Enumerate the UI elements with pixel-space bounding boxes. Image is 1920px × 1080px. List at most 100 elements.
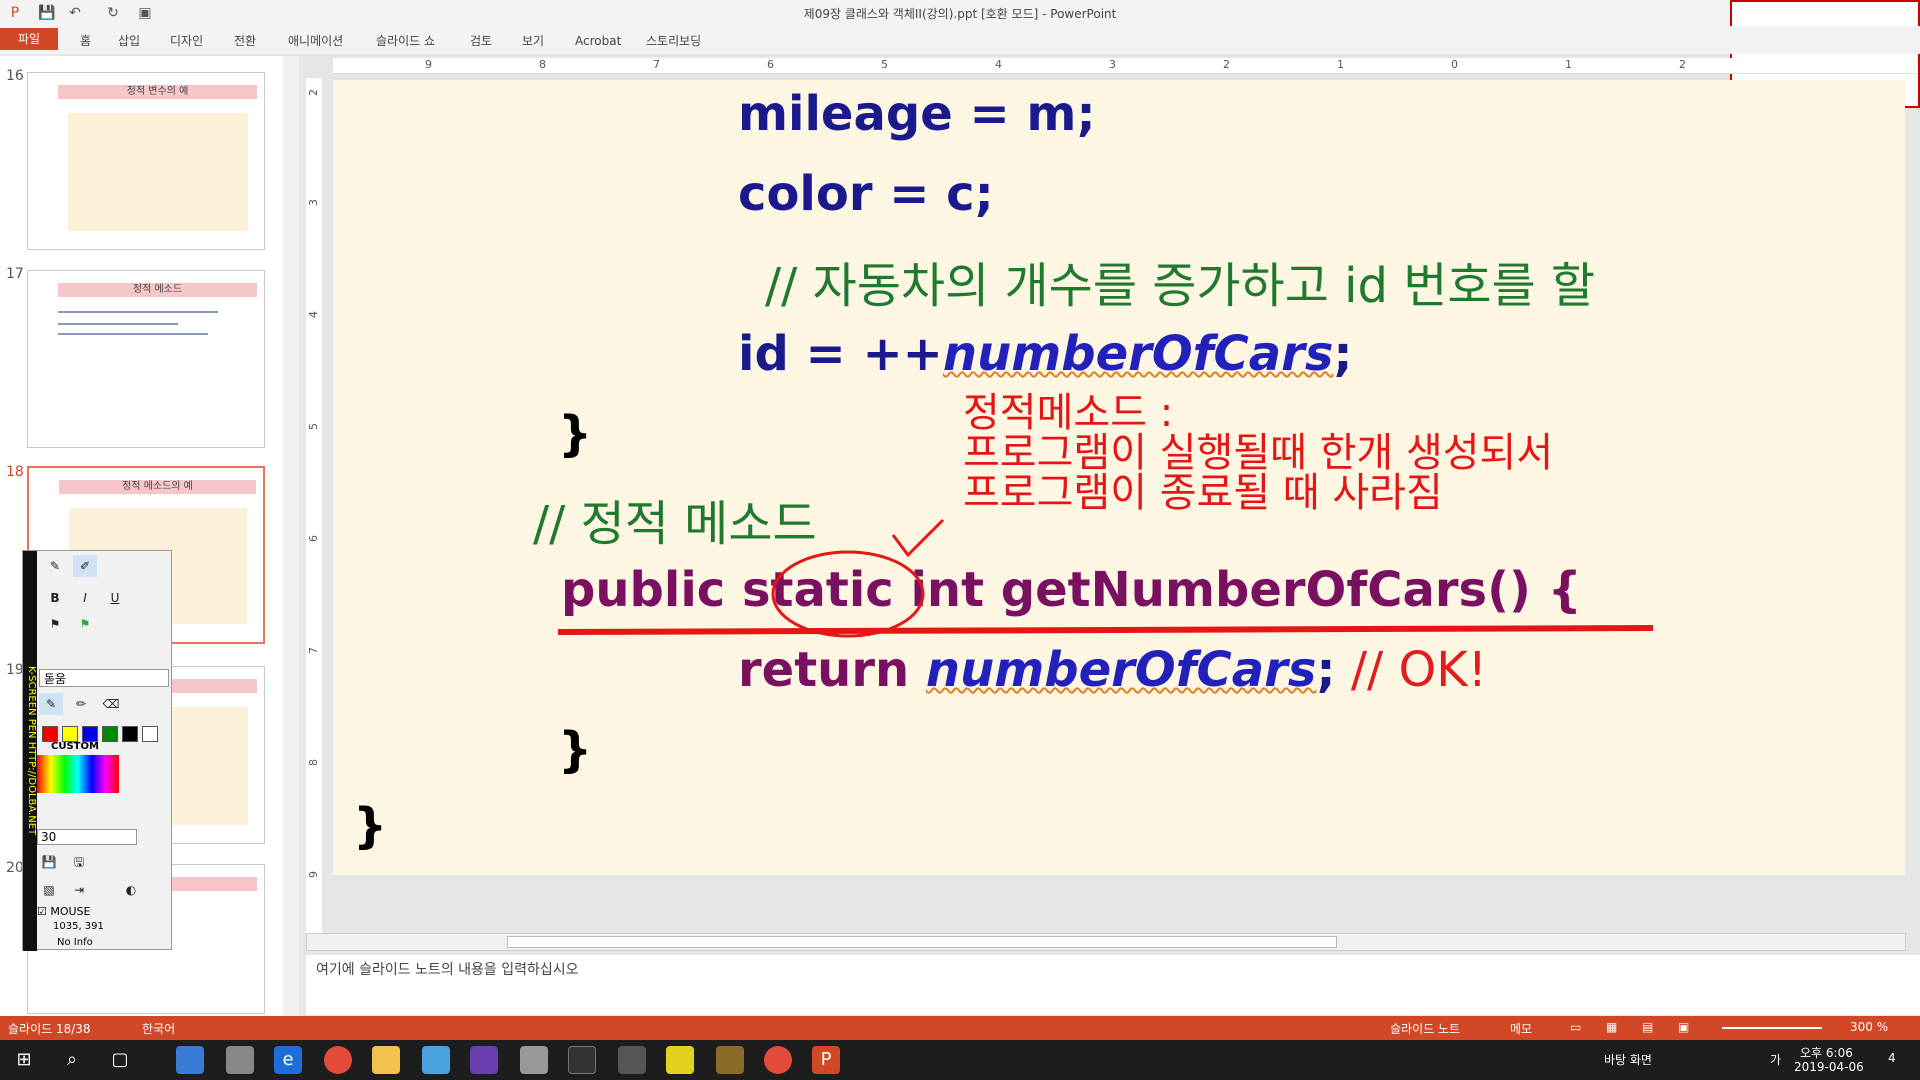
tab-home[interactable]: 홈 xyxy=(80,30,91,52)
ruler-label: 8 xyxy=(539,58,546,71)
clock-date[interactable]: 2019-04-06 xyxy=(1794,1060,1864,1074)
notes-placeholder[interactable]: 여기에 슬라이드 노트의 내용을 입력하십시오 xyxy=(316,959,579,979)
ruler-label: 6 xyxy=(767,58,774,71)
notes-button[interactable]: 슬라이드 노트 xyxy=(1390,1020,1460,1037)
ruler-label: 6 xyxy=(307,535,320,542)
us-flag-icon[interactable]: ⚑ xyxy=(73,613,97,635)
tab-design[interactable]: 디자인 xyxy=(170,30,203,52)
ruler-label: 1 xyxy=(1337,58,1344,71)
save-as-icon[interactable]: 🖫 xyxy=(67,851,91,873)
ruler-label: 0 xyxy=(1451,58,1458,71)
ruler-label: 3 xyxy=(307,199,320,206)
ribbon-tabs: 홈 삽입 디자인 전환 애니메이션 슬라이드 쇼 검토 보기 Acrobat 스… xyxy=(0,26,1920,54)
edge-icon[interactable]: e xyxy=(274,1046,302,1074)
app-icon[interactable] xyxy=(716,1046,744,1074)
screen-pen-panel: K-SCREEN PEN HTTP://DOLBA.NET ✎ ✐ B I U … xyxy=(22,550,172,951)
text-pen-icon[interactable]: ✐ xyxy=(73,555,97,577)
powerpoint-taskbar-icon[interactable]: P xyxy=(812,1046,840,1074)
ruler-label: 3 xyxy=(1109,58,1116,71)
chrome-icon[interactable] xyxy=(324,1046,352,1074)
color-swatch-blue[interactable] xyxy=(82,726,98,742)
pencil-icon[interactable]: ✎ xyxy=(43,555,67,577)
tab-storyboarding[interactable]: 스토리보딩 xyxy=(646,30,701,52)
tab-view[interactable]: 보기 xyxy=(522,30,544,52)
app-icon[interactable] xyxy=(520,1046,548,1074)
ruler-label: 2 xyxy=(1679,58,1686,71)
slide-thumbnail-17[interactable]: 정적 메소드 xyxy=(27,270,265,448)
windows-start-icon[interactable]: ⊞ xyxy=(10,1046,38,1074)
contrast-icon[interactable]: ◐ xyxy=(119,879,143,901)
color-swatch-white[interactable] xyxy=(142,726,158,742)
slide-number: 18 xyxy=(6,464,24,480)
mouse-label: MOUSE xyxy=(50,905,91,918)
custom-label: CUSTOM xyxy=(51,741,99,752)
ruler-label: 5 xyxy=(881,58,888,71)
color-swatch-green[interactable] xyxy=(102,726,118,742)
zoom-level[interactable]: 300 % xyxy=(1850,1020,1888,1034)
horizontal-scrollbar[interactable] xyxy=(306,933,1906,951)
zoom-slider[interactable] xyxy=(1722,1027,1822,1029)
notification-icon[interactable]: 4 xyxy=(1888,1051,1896,1065)
underline-button[interactable]: U xyxy=(103,587,127,609)
sorter-view-icon[interactable]: ▦ xyxy=(1606,1020,1617,1034)
tab-insert[interactable]: 삽입 xyxy=(118,30,140,52)
eraser-icon[interactable]: ⌫ xyxy=(99,693,123,715)
font-select[interactable]: 돋움 xyxy=(39,669,169,687)
tab-acrobat[interactable]: Acrobat xyxy=(575,30,621,52)
highlighter-icon[interactable]: ✏ xyxy=(69,693,93,715)
color-picker[interactable] xyxy=(37,755,119,793)
comments-button[interactable]: 메모 xyxy=(1510,1020,1532,1037)
slide-thumbnail-16[interactable]: 정적 변수의 예 xyxy=(27,72,265,250)
ruler-label: 5 xyxy=(307,423,320,430)
mouse-checkbox[interactable]: ☑ MOUSE xyxy=(37,905,91,918)
thumbnail-title: 정적 메소드 xyxy=(58,283,257,297)
ime-indicator[interactable]: 가 xyxy=(1770,1051,1781,1068)
tab-slideshow[interactable]: 슬라이드 쇼 xyxy=(376,30,435,52)
slideshow-view-icon[interactable]: ▣ xyxy=(1678,1020,1689,1034)
slide-canvas[interactable]: mileage = m; color = c; // 자동차의 개수를 증가하고… xyxy=(333,80,1905,875)
slide-number: 17 xyxy=(6,266,24,282)
tab-transitions[interactable]: 전환 xyxy=(234,30,256,52)
desktop-toolbar[interactable]: 바탕 화면 xyxy=(1604,1051,1652,1068)
task-view-icon[interactable]: ▢ xyxy=(106,1046,134,1074)
tab-review[interactable]: 검토 xyxy=(470,30,492,52)
bold-button[interactable]: B xyxy=(43,587,67,609)
app-icon[interactable] xyxy=(176,1046,204,1074)
normal-view-icon[interactable]: ▭ xyxy=(1570,1020,1581,1034)
checkmark-stroke xyxy=(891,518,945,558)
language-indicator[interactable]: 한국어 xyxy=(142,1020,175,1037)
notes-pane[interactable]: 여기에 슬라이드 노트의 내용을 입력하십시오 xyxy=(306,955,1920,1015)
tab-file[interactable]: 파일 xyxy=(0,28,58,50)
ruler-label: 8 xyxy=(307,759,320,766)
reading-view-icon[interactable]: ▤ xyxy=(1642,1020,1653,1034)
vertical-ruler: 2 3 4 5 6 7 8 9 xyxy=(306,78,322,938)
pen-annotation-strokes xyxy=(557,518,1654,638)
horizontal-ruler: 9 8 7 6 5 4 3 2 1 0 1 2 xyxy=(333,58,1917,74)
pen-tool-icon[interactable]: ✎ xyxy=(39,693,63,715)
visual-studio-icon[interactable] xyxy=(470,1046,498,1074)
app-icon[interactable] xyxy=(226,1046,254,1074)
image-icon[interactable]: ▧ xyxy=(37,879,61,901)
app-icon[interactable] xyxy=(568,1046,596,1074)
pen-size-input[interactable]: 30 xyxy=(37,829,137,845)
pen-brand-strip: K-SCREEN PEN HTTP://DOLBA.NET xyxy=(23,551,37,951)
korean-flag-icon[interactable]: ⚑ xyxy=(43,613,67,635)
color-swatch-yellow[interactable] xyxy=(62,726,78,742)
chrome-icon[interactable] xyxy=(764,1046,792,1074)
italic-button[interactable]: I xyxy=(73,587,97,609)
calculator-icon[interactable] xyxy=(618,1046,646,1074)
color-swatch-red[interactable] xyxy=(42,726,58,742)
clock-time[interactable]: 오후 6:06 xyxy=(1800,1044,1853,1061)
ruler-label: 2 xyxy=(307,89,320,96)
app-icon[interactable] xyxy=(422,1046,450,1074)
color-swatch-black[interactable] xyxy=(122,726,138,742)
thumbnail-scrollbar[interactable] xyxy=(283,56,299,1016)
file-explorer-icon[interactable] xyxy=(372,1046,400,1074)
save-icon[interactable]: 💾 xyxy=(37,851,61,873)
tab-animations[interactable]: 애니메이션 xyxy=(288,30,343,52)
scrollbar-thumb[interactable] xyxy=(507,936,1337,948)
exit-icon[interactable]: ⇥ xyxy=(67,879,91,901)
sticky-notes-icon[interactable] xyxy=(666,1046,694,1074)
search-icon[interactable]: ⌕ xyxy=(58,1046,86,1074)
thumbnail-title: 정적 메소드의 예 xyxy=(59,480,256,494)
